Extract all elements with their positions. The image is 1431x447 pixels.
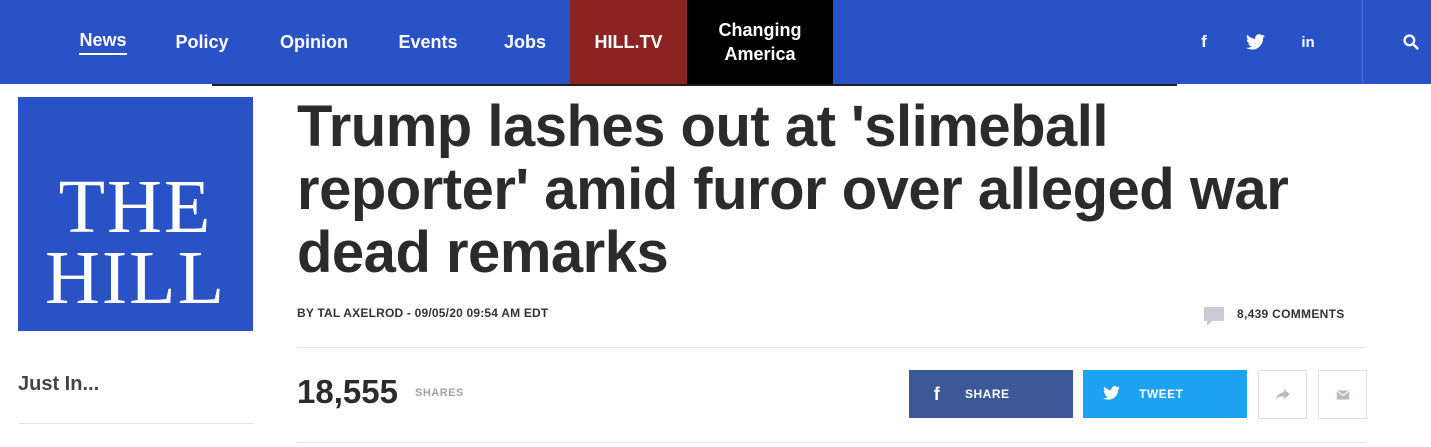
twitter-icon[interactable] <box>1242 0 1268 84</box>
nav-item-label: Jobs <box>503 31 546 52</box>
share-arrow-icon <box>1275 388 1290 400</box>
nav-item-jobs[interactable]: Jobs <box>496 0 554 84</box>
share-button-label: SHARE <box>965 387 1010 401</box>
linkedin-icon[interactable]: in <box>1297 0 1319 84</box>
divider <box>18 423 253 424</box>
divider <box>297 347 1366 348</box>
nav-underline <box>212 84 1177 86</box>
logo-line-2: HILL <box>44 236 227 320</box>
facebook-icon: f <box>933 383 941 404</box>
just-in-heading: Just In... <box>18 373 100 395</box>
comments-link[interactable]: 8,439 COMMENTS <box>1204 302 1345 326</box>
nav-item-label: Opinion <box>280 31 348 52</box>
nav-item-hill-tv[interactable]: HILL.TV <box>570 0 687 84</box>
divider <box>297 442 1366 443</box>
comments-count: 8,439 COMMENTS <box>1237 307 1345 321</box>
nav-item-events[interactable]: Events <box>390 0 466 84</box>
article-byline: BY TAL AXELROD - 09/05/20 09:54 AM EDT <box>297 306 549 320</box>
nav-item-changing-america[interactable]: Changing America <box>687 0 833 84</box>
facebook-share-button[interactable]: f SHARE <box>909 370 1073 418</box>
article-headline: Trump lashes out at 'slimeball reporter'… <box>297 94 1289 285</box>
share-arrow-button[interactable] <box>1258 370 1307 419</box>
nav-item-label: Events <box>398 31 458 52</box>
the-hill-logo[interactable]: THE HILL <box>18 97 253 331</box>
nav-item-label: HILL.TV <box>594 31 663 52</box>
email-icon <box>1336 389 1349 400</box>
nav-item-label: News <box>79 30 127 55</box>
nav-divider <box>1362 0 1363 84</box>
twitter-icon <box>1083 384 1139 405</box>
twitter-share-button[interactable]: TWEET <box>1083 370 1247 418</box>
email-share-button[interactable] <box>1318 370 1367 419</box>
search-icon[interactable] <box>1398 0 1424 84</box>
shares-label: SHARES <box>415 387 464 399</box>
nav-item-opinion[interactable]: Opinion <box>268 0 360 84</box>
nav-item-label: Changing <box>718 20 802 40</box>
logo-line-1: THE <box>58 165 213 249</box>
share-button-label: TWEET <box>1139 387 1184 401</box>
nav-item-policy[interactable]: Policy <box>166 0 238 84</box>
facebook-icon[interactable]: f <box>1193 0 1215 84</box>
comment-icon <box>1204 307 1224 326</box>
nav-item-news[interactable]: News <box>70 0 136 84</box>
shares-count: 18,555 <box>297 373 398 410</box>
nav-item-label: Policy <box>175 31 229 52</box>
nav-item-label: America <box>724 44 796 64</box>
top-navigation: News Policy Opinion Events Jobs HILL.TV … <box>0 0 1431 84</box>
